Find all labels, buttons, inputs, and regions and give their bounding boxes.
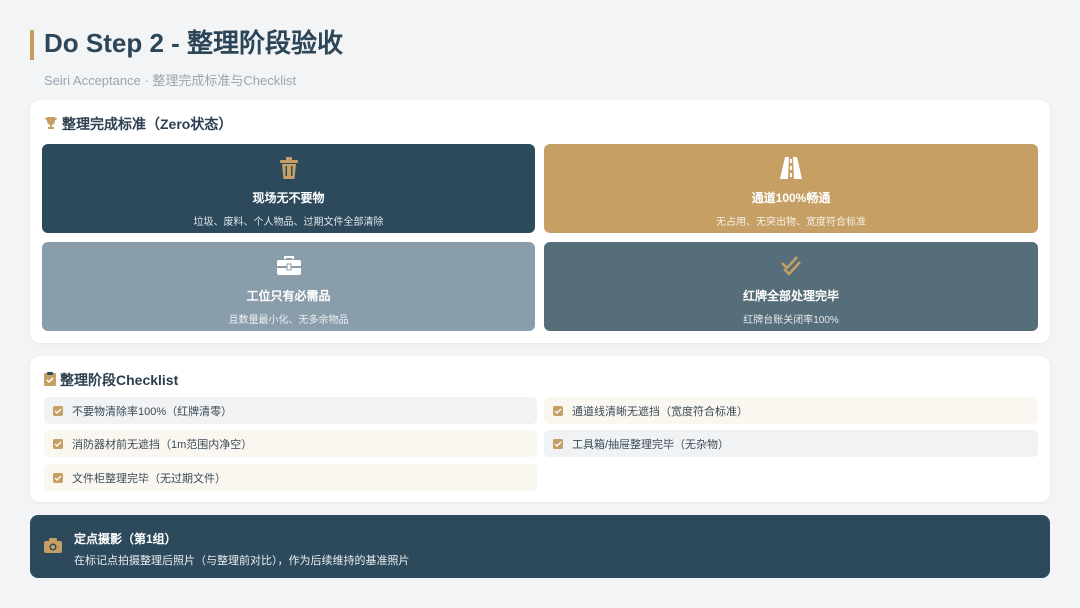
page-subtitle: Seiri Acceptance · 整理完成标准与Checklist bbox=[44, 73, 297, 88]
checklist-item[interactable]: 工具箱/抽屉整理完毕（无杂物） bbox=[544, 430, 1038, 457]
toolbox-icon bbox=[276, 254, 301, 278]
checkbox-checked-icon[interactable] bbox=[53, 472, 63, 483]
title-accent-bar bbox=[30, 30, 34, 60]
checkbox-checked-icon[interactable] bbox=[553, 405, 563, 416]
checkbox-checked-icon[interactable] bbox=[53, 405, 63, 416]
checklist-item[interactable]: 文件柜整理完毕（无过期文件） bbox=[44, 464, 537, 491]
tile-name: 工位只有必需品 bbox=[246, 289, 331, 303]
standard-tile-no-unneeded: 现场无不要物 垃圾、废料、个人物品、过期文件全部清除 bbox=[42, 144, 535, 233]
clipboard-check-icon bbox=[44, 371, 56, 389]
standards-card: 整理完成标准（Zero状态） 现场无不要物 垃圾、废料、个人物品、过期文件全部清… bbox=[30, 100, 1050, 343]
tile-desc: 垃圾、废料、个人物品、过期文件全部清除 bbox=[193, 217, 384, 228]
double-check-icon bbox=[780, 254, 802, 278]
checklist-item-label: 工具箱/抽屉整理完毕（无杂物） bbox=[572, 438, 730, 451]
tile-desc: 且数量最小化、无多余物品 bbox=[228, 315, 349, 326]
checklist-card: 整理阶段Checklist 不要物清除率100%（红牌清零） 通道线清晰无遮挡（… bbox=[30, 356, 1050, 502]
tile-name: 通道100%畅通 bbox=[751, 191, 831, 205]
checklist-heading: 整理阶段Checklist bbox=[44, 370, 178, 390]
checklist-item-label: 文件柜整理完毕（无过期文件） bbox=[72, 472, 226, 485]
checklist-item-label: 通道线清晰无遮挡（宽度符合标准） bbox=[572, 405, 748, 418]
camera-icon bbox=[44, 538, 62, 558]
checklist-item[interactable]: 不要物清除率100%（红牌清零） bbox=[44, 397, 537, 424]
trophy-icon bbox=[44, 116, 58, 133]
photo-banner: 定点摄影（第1组） 在标记点拍摄整理后照片（与整理前对比），作为后续维持的基准照… bbox=[30, 515, 1050, 578]
tile-name: 红牌全部处理完毕 bbox=[742, 289, 839, 303]
checklist-item[interactable]: 通道线清晰无遮挡（宽度符合标准） bbox=[544, 397, 1038, 424]
standard-tile-necessities-only: 工位只有必需品 且数量最小化、无多余物品 bbox=[42, 242, 535, 331]
checklist-title: 整理阶段Checklist bbox=[60, 372, 179, 388]
standards-title: 整理完成标准（Zero状态） bbox=[62, 116, 233, 132]
checkbox-checked-icon[interactable] bbox=[553, 438, 563, 449]
checklist-item-label: 不要物清除率100%（红牌清零） bbox=[72, 405, 233, 418]
banner-desc: 在标记点拍摄整理后照片（与整理前对比），作为后续维持的基准照片 bbox=[74, 555, 410, 567]
standard-tile-red-tags-done: 红牌全部处理完毕 红牌台账关闭率100% bbox=[544, 242, 1038, 331]
tile-desc: 红牌台账关闭率100% bbox=[743, 315, 839, 326]
tile-name: 现场无不要物 bbox=[252, 191, 325, 205]
road-icon bbox=[779, 156, 803, 180]
standard-tile-aisle-clear: 通道100%畅通 无占用、无突出物、宽度符合标准 bbox=[544, 144, 1038, 233]
standards-heading: 整理完成标准（Zero状态） bbox=[44, 114, 232, 134]
checklist-item[interactable]: 消防器材前无遮挡（1m范围内净空） bbox=[44, 430, 537, 457]
checkbox-checked-icon[interactable] bbox=[53, 438, 63, 449]
checklist-item-label: 消防器材前无遮挡（1m范围内净空） bbox=[72, 438, 253, 451]
banner-title: 定点摄影（第1组） bbox=[74, 532, 177, 546]
page-title: Do Step 2 - 整理阶段验收 bbox=[44, 28, 344, 58]
trash-icon bbox=[279, 156, 299, 180]
page-header: Do Step 2 - 整理阶段验收 bbox=[30, 28, 344, 60]
tile-desc: 无占用、无突出物、宽度符合标准 bbox=[716, 217, 866, 228]
